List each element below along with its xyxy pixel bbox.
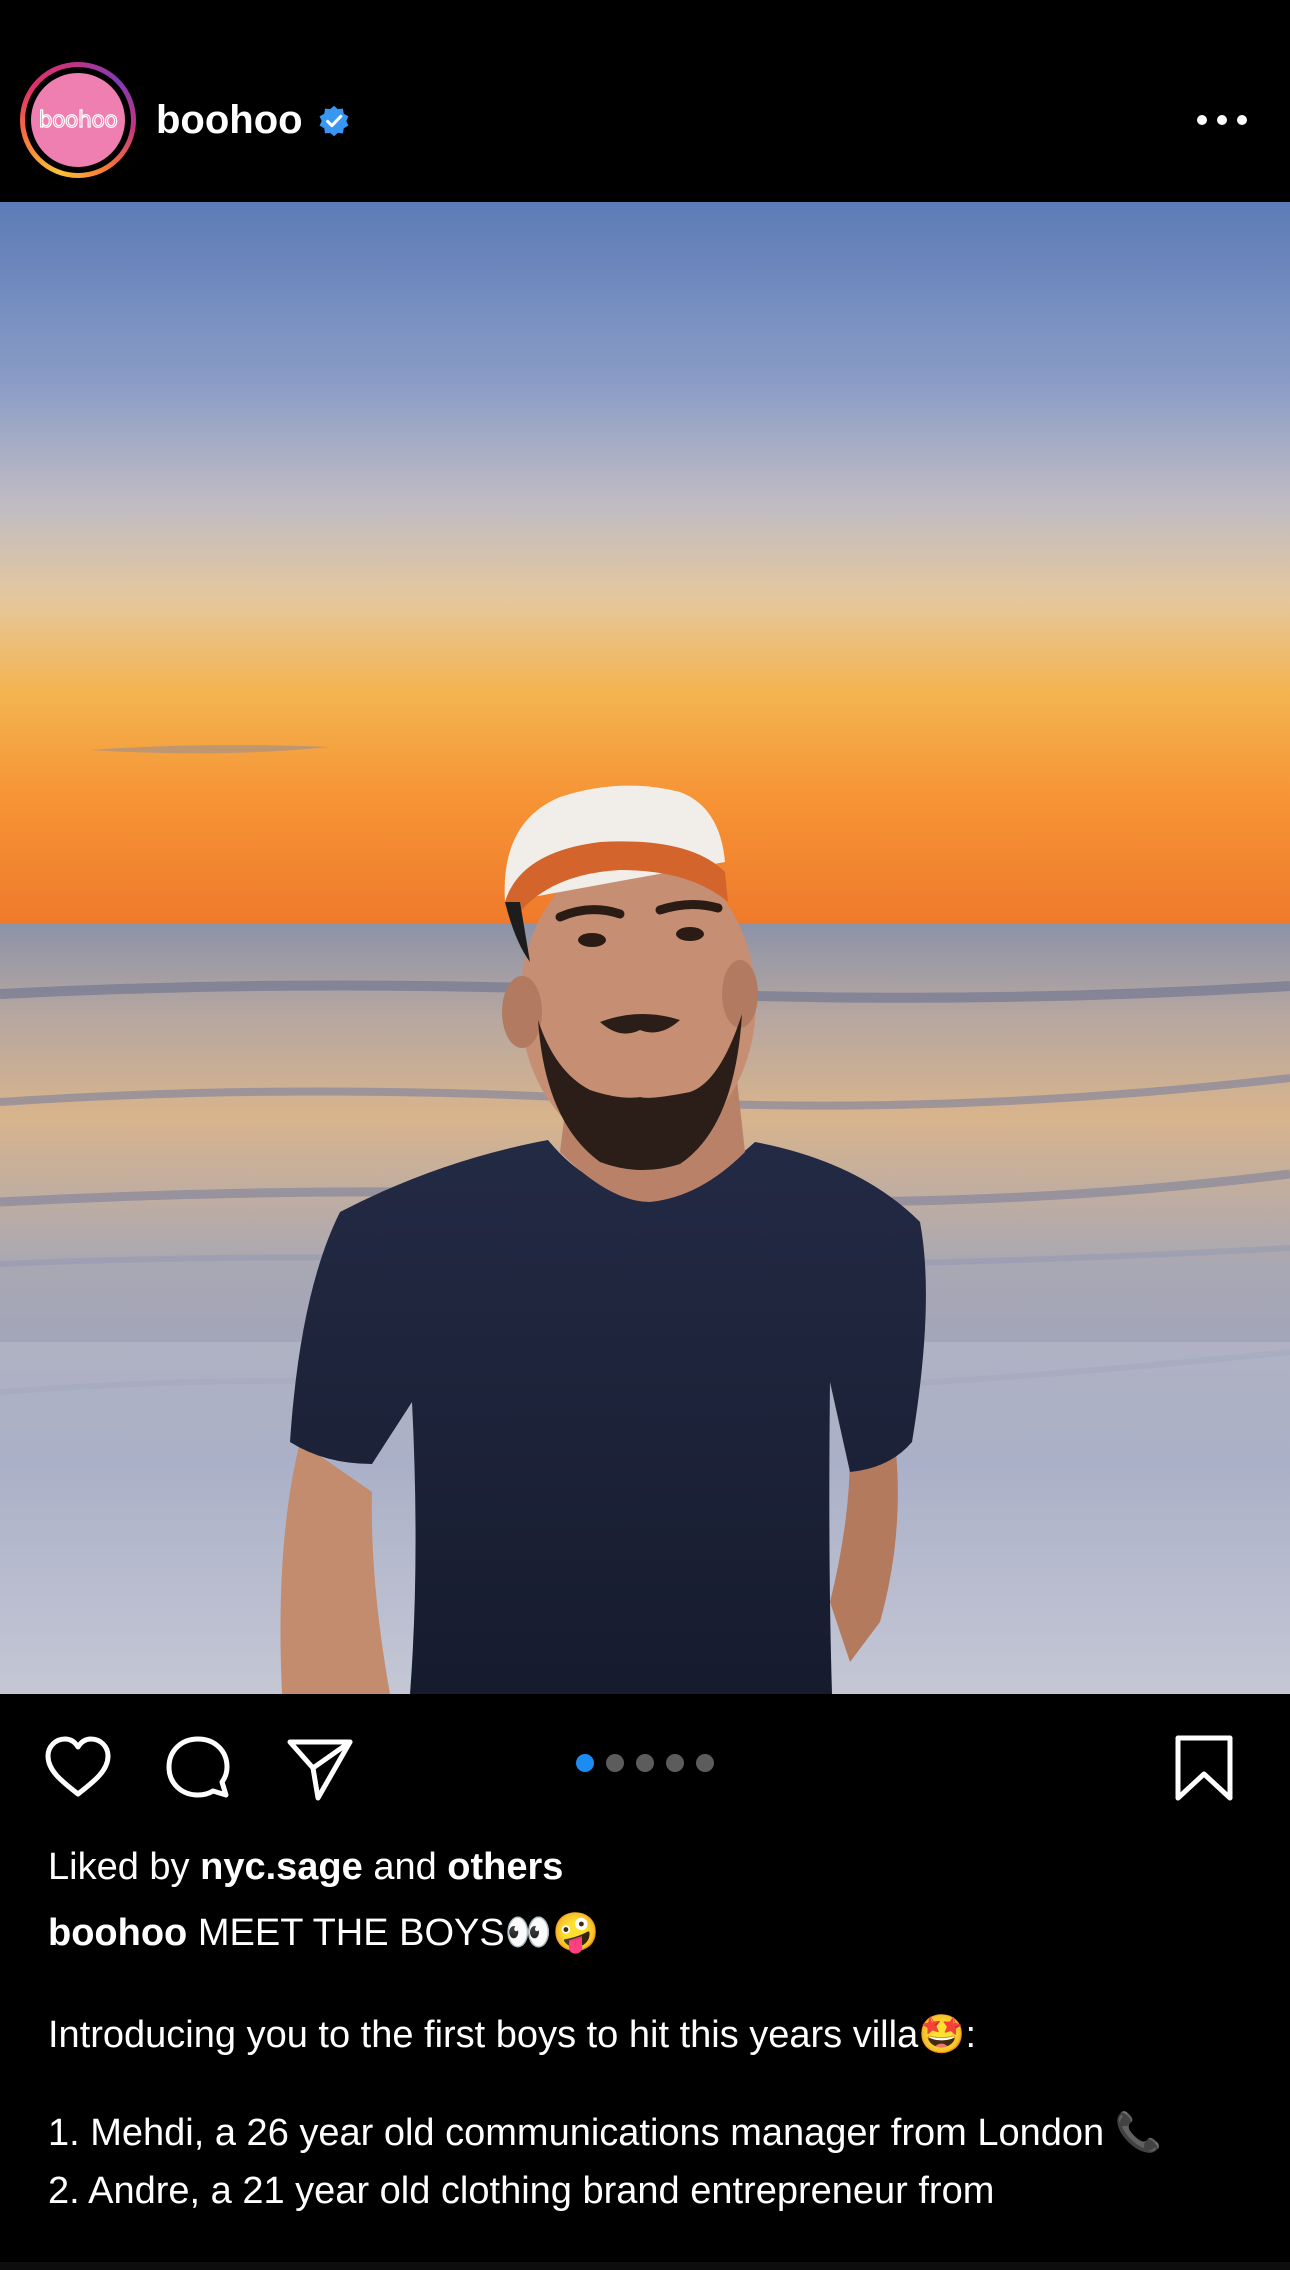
heart-icon[interactable] <box>42 1732 114 1804</box>
comment-bubble-icon[interactable] <box>162 1732 234 1804</box>
carousel-indicator <box>576 1754 714 1772</box>
likes-line: Liked by nyc.sage and others <box>48 1834 1258 1900</box>
beach-sunset-photo <box>0 202 1290 1694</box>
caption-item: 2. Andre, a 21 year old clothing brand e… <box>48 2170 995 2212</box>
carousel-dot <box>636 1754 654 1772</box>
post-header: boohoo boohoo <box>0 0 1290 202</box>
action-bar <box>0 1694 1290 1844</box>
verified-badge-icon <box>319 105 349 137</box>
avatar[interactable]: boohoo <box>31 73 125 167</box>
caption-intro: Introducing you to the first boys to hit… <box>48 2014 977 2056</box>
post-username[interactable]: boohoo <box>156 94 303 146</box>
caption-item: 1. Mehdi, a 26 year old communications m… <box>48 2112 1163 2154</box>
carousel-dot <box>606 1754 624 1772</box>
bookmark-icon[interactable] <box>1168 1732 1240 1804</box>
likes-others-link[interactable]: others <box>447 1846 563 1888</box>
carousel-dot <box>576 1754 594 1772</box>
carousel-dot <box>696 1754 714 1772</box>
likes-prefix: Liked by <box>48 1846 190 1888</box>
post-caption: Liked by nyc.sage and others boohoo MEET… <box>48 1834 1258 2220</box>
liker-username[interactable]: nyc.sage <box>200 1846 363 1888</box>
paper-plane-icon[interactable] <box>284 1732 356 1804</box>
carousel-dot <box>666 1754 684 1772</box>
caption-username[interactable]: boohoo <box>48 1912 187 1954</box>
likes-connector: and <box>373 1846 437 1888</box>
story-ring[interactable]: boohoo <box>20 62 136 178</box>
post-photo[interactable] <box>0 202 1290 1694</box>
caption-headline-line: boohoo MEET THE BOYS👀🤪 <box>48 1900 1258 1966</box>
caption-headline: MEET THE BOYS👀🤪 <box>197 1912 600 1954</box>
more-options-icon[interactable] <box>1194 96 1250 144</box>
